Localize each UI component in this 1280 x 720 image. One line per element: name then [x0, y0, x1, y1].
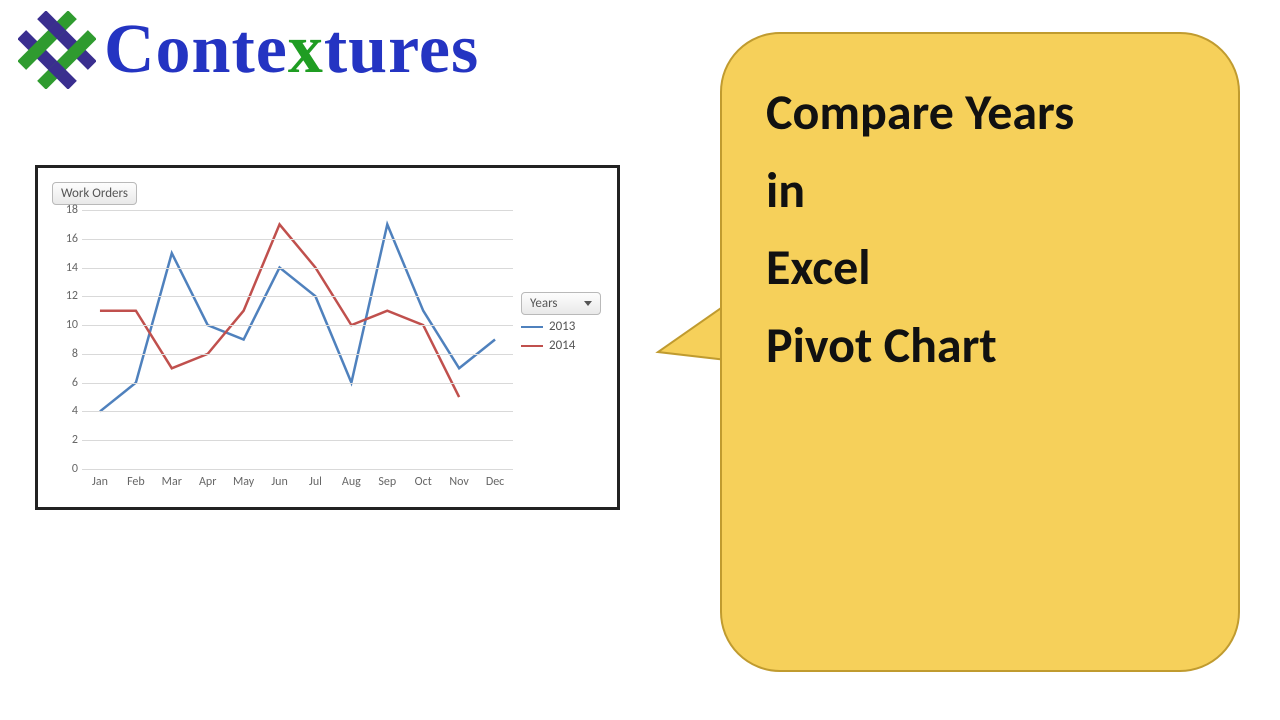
chart-lines	[82, 210, 513, 469]
plot-area: 024681012141618JanFebMarAprMayJunJulAugS…	[82, 210, 513, 469]
y-tick-label: 6	[54, 376, 78, 390]
legend-swatch	[521, 326, 543, 328]
callout-line: Pivot Chart	[766, 307, 1194, 385]
y-tick-label: 16	[54, 232, 78, 246]
x-tick-label: Apr	[199, 475, 216, 489]
gridline	[82, 440, 513, 441]
legend-item[interactable]: 2013	[521, 319, 599, 334]
gridline	[82, 469, 513, 470]
gridline	[82, 296, 513, 297]
pivot-chart-panel: Work Orders Years 20132014 0246810121416…	[35, 165, 620, 510]
chevron-down-icon	[584, 301, 592, 306]
callout-text: Compare Years in Excel Pivot Chart	[766, 74, 1194, 384]
y-tick-label: 12	[54, 289, 78, 303]
y-tick-label: 14	[54, 261, 78, 275]
legend-filter-label: Years	[530, 296, 558, 311]
x-tick-label: Jan	[92, 475, 108, 489]
y-tick-label: 2	[54, 433, 78, 447]
gridline	[82, 354, 513, 355]
x-tick-label: May	[233, 475, 254, 489]
callout-line: Excel	[766, 229, 1194, 307]
callout-line: in	[766, 152, 1194, 230]
gridline	[82, 411, 513, 412]
bubble-tail-icon	[654, 282, 754, 382]
callout-bubble: Compare Years in Excel Pivot Chart	[640, 32, 1240, 682]
x-tick-label: Aug	[342, 475, 361, 489]
callout-line: Compare Years	[766, 74, 1194, 152]
y-tick-label: 0	[54, 462, 78, 476]
pivot-field-button[interactable]: Work Orders	[52, 182, 137, 205]
x-tick-label: Feb	[127, 475, 145, 489]
x-tick-label: Nov	[449, 475, 468, 489]
x-tick-label: Dec	[486, 475, 504, 489]
gridline	[82, 268, 513, 269]
brand-logo: Contextures	[18, 10, 479, 90]
gridline	[82, 325, 513, 326]
y-tick-label: 10	[54, 318, 78, 332]
legend-label: 2014	[549, 338, 575, 353]
y-tick-label: 18	[54, 203, 78, 217]
gridline	[82, 210, 513, 211]
gridline	[82, 239, 513, 240]
y-tick-label: 8	[54, 347, 78, 361]
weave-icon	[18, 11, 96, 89]
gridline	[82, 383, 513, 384]
legend-label: 2013	[549, 319, 575, 334]
chart-legend: Years 2013 2014	[521, 292, 599, 353]
legend-filter-button[interactable]: Years	[521, 292, 601, 315]
x-tick-label: Oct	[415, 475, 432, 489]
x-tick-label: Mar	[162, 475, 182, 489]
y-tick-label: 4	[54, 404, 78, 418]
x-tick-label: Jul	[309, 475, 322, 489]
x-tick-label: Jun	[271, 475, 287, 489]
legend-item[interactable]: 2014	[521, 338, 599, 353]
brand-name: Contextures	[104, 10, 479, 90]
x-tick-label: Sep	[378, 475, 396, 489]
pivot-field-label: Work Orders	[61, 186, 128, 201]
legend-swatch	[521, 345, 543, 347]
series-line	[100, 224, 459, 397]
